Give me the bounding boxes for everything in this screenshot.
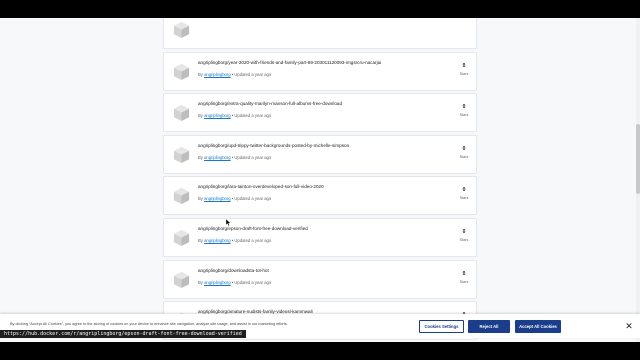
updated-text: • Updated a year ago	[231, 154, 272, 160]
status-bar-url: https://hub.docker.com/r/angriplingborg/…	[0, 330, 246, 338]
star-count: 0 Stars	[457, 187, 471, 200]
repo-card[interactable]: angriplingborg/extra-quality-marilyn-man…	[163, 93, 477, 133]
cube-icon	[173, 63, 190, 80]
by-label: By	[198, 279, 203, 285]
star-count-label: Stars	[459, 237, 469, 242]
star-count-value: 0	[462, 145, 466, 152]
star-count: 0 Stars	[457, 146, 471, 159]
star-count: 0 Stars	[457, 229, 471, 242]
star-count-value: 0	[462, 187, 466, 194]
author-link[interactable]: angriplingborg	[204, 238, 231, 243]
repo-meta: By angriplingborg • Updated a year ago	[198, 155, 271, 160]
star-count-label: Stars	[459, 154, 469, 159]
author-link[interactable]: angriplingborg	[204, 155, 231, 160]
repo-meta: By angriplingborg • Updated a year ago	[198, 280, 271, 285]
star-count-value: 0	[462, 270, 466, 277]
star-count: 0 Stars	[457, 63, 471, 76]
cube-icon	[173, 105, 190, 122]
author-link[interactable]: angriplingborg	[204, 113, 231, 118]
scrollbar-track[interactable]	[636, 18, 640, 342]
star-count-value: 0	[462, 104, 466, 111]
repo-card[interactable]: angriplingborg/epson-draft-font-free-dow…	[163, 217, 477, 257]
star-count-label: Stars	[459, 196, 469, 201]
star-count-label: Stars	[459, 71, 469, 76]
author-link[interactable]: angriplingborg	[204, 72, 231, 77]
author-link[interactable]: angriplingborg	[204, 196, 231, 201]
by-label: By	[198, 113, 203, 119]
cookies-settings-button[interactable]: Cookies Settings	[419, 320, 464, 333]
repo-meta: By angriplingborg • Updated a year ago	[198, 72, 271, 77]
cube-icon	[173, 146, 190, 163]
repo-name[interactable]: angriplingborg/epson-draft-font-free-dow…	[198, 226, 308, 231]
repo-name[interactable]: angriplingborg/downloadsta-tot-hot	[198, 268, 269, 273]
accept-all-cookies-button[interactable]: Accept All Cookies	[515, 320, 561, 333]
updated-text: • Updated a year ago	[231, 237, 272, 243]
repo-meta: By angriplingborg • Updated a year ago	[198, 113, 271, 118]
updated-text: • Updated a year ago	[231, 113, 272, 119]
repo-card[interactable]: angriplingborg/downloadsta-tot-hot By an…	[163, 259, 477, 299]
repo-card[interactable]: angriplingborg/lara-tainton-overdevelope…	[163, 176, 477, 216]
repo-name[interactable]: angriplingborg/year-2020-with-friends-an…	[198, 60, 381, 65]
updated-text: • Updated a year ago	[231, 279, 272, 285]
repo-card[interactable]: angriplingborg/upd-trippy-twitter-backgr…	[163, 134, 477, 174]
close-icon[interactable]: ✕	[624, 320, 634, 332]
repo-meta: By angriplingborg • Updated a year ago	[198, 238, 271, 243]
repo-name[interactable]: angriplingborg/lara-tainton-overdevelope…	[198, 184, 324, 189]
pointer-cursor-icon	[226, 219, 232, 226]
page-viewport: angriplingborg/year-2020-with-friends-an…	[0, 18, 640, 342]
by-label: By	[198, 196, 203, 202]
cube-icon	[173, 229, 190, 247]
star-count-label: Stars	[459, 113, 469, 118]
by-label: By	[198, 154, 203, 160]
updated-text: • Updated a year ago	[231, 71, 272, 77]
by-label: By	[198, 71, 203, 77]
cube-icon	[173, 188, 190, 205]
repo-card[interactable]: angriplingborg/year-2020-with-friends-an…	[163, 51, 477, 91]
cube-icon	[173, 271, 190, 288]
cookie-consent-text: By clicking “Accept All Cookies”, you ag…	[10, 322, 288, 326]
by-label: By	[198, 237, 203, 243]
repo-meta: By angriplingborg • Updated a year ago	[198, 196, 271, 201]
updated-text: • Updated a year ago	[231, 196, 272, 202]
repo-name[interactable]: angriplingborg/upd-trippy-twitter-backgr…	[198, 143, 349, 148]
cube-icon	[173, 21, 190, 39]
star-count: 0 Stars	[457, 104, 471, 117]
reject-all-button[interactable]: Reject All	[468, 320, 510, 333]
scrollbar-thumb[interactable]	[636, 124, 640, 194]
star-count-value: 0	[462, 228, 466, 235]
repo-card[interactable]	[163, 18, 477, 49]
star-count: 0 Stars	[457, 271, 471, 284]
star-count-value: 0	[462, 62, 466, 69]
star-count-label: Stars	[459, 279, 469, 284]
repo-name[interactable]: angriplingborg/extra-quality-marilyn-man…	[198, 101, 342, 106]
repo-list: angriplingborg/year-2020-with-friends-an…	[163, 18, 477, 342]
author-link[interactable]: angriplingborg	[204, 280, 231, 285]
